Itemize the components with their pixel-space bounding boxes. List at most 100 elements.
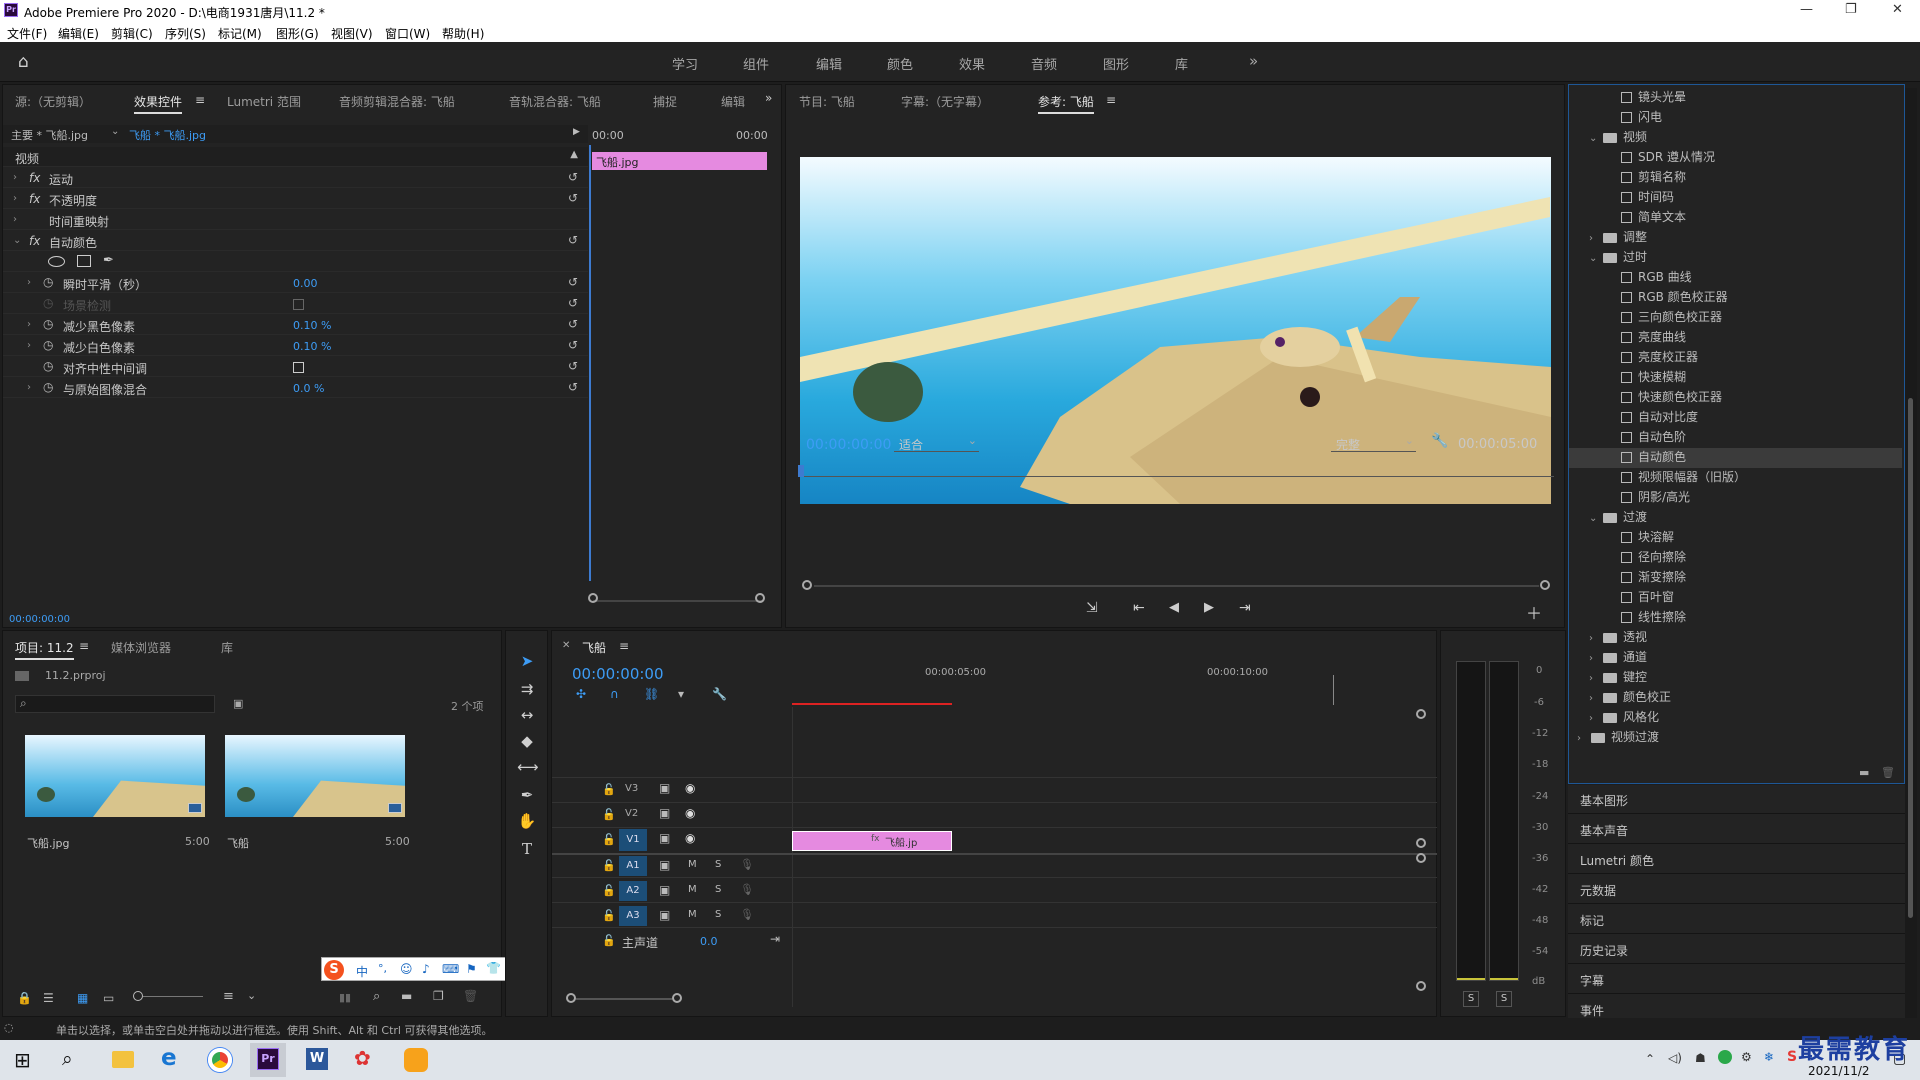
sync-lock-icon[interactable]: ▣: [659, 781, 670, 795]
windows-start-icon[interactable]: ⊞: [14, 1048, 31, 1072]
effect-row-time-remap[interactable]: › 时间重映射: [3, 210, 588, 230]
panel-essential-graphics[interactable]: 基本图形: [1568, 785, 1905, 814]
scroll-handle-left[interactable]: [588, 593, 598, 603]
hand-tool-icon[interactable]: ✋: [517, 812, 537, 830]
minimize-icon[interactable]: —: [1800, 2, 1813, 17]
param-row[interactable]: › ◷ 减少白色像素 0.10 % ↺: [3, 336, 588, 356]
scroll-handle-right[interactable]: [1540, 580, 1550, 590]
lock-icon[interactable]: 🔒: [17, 991, 32, 1005]
effect-row-auto-color[interactable]: ⌄ fx 自动颜色 ↺: [3, 231, 588, 251]
sync-lock-icon[interactable]: ▣: [659, 883, 670, 897]
effects-folder[interactable]: › 调整: [1569, 228, 1902, 248]
mute-button[interactable]: M: [688, 884, 697, 895]
stopwatch-icon[interactable]: ◷: [43, 359, 53, 373]
effects-item[interactable]: 时间码: [1569, 188, 1902, 208]
effect-row-motion[interactable]: › fx 运动 ↺: [3, 168, 588, 188]
sequence-clip-label[interactable]: 飞船 * 飞船.jpg: [129, 127, 206, 143]
ellipse-mask-icon[interactable]: [48, 256, 65, 267]
chevron-right-icon[interactable]: ›: [13, 193, 17, 204]
workspace-color[interactable]: 颜色: [887, 54, 913, 73]
pen-mask-icon[interactable]: ✒: [103, 253, 114, 268]
effects-folder[interactable]: › 颜色校正: [1569, 688, 1902, 708]
new-bin-icon[interactable]: ▬: [401, 989, 412, 1003]
lock-icon[interactable]: 🔓: [602, 783, 616, 796]
sogou-tray-icon[interactable]: S: [1787, 1049, 1797, 1065]
rectangle-mask-icon[interactable]: [77, 255, 91, 267]
param-row[interactable]: ◷ 场景检测 ↺: [3, 294, 588, 314]
play-icon[interactable]: ▶: [1204, 600, 1214, 615]
ime-punctuation-icon[interactable]: °,: [378, 962, 387, 975]
effects-item[interactable]: 简单文本: [1569, 208, 1902, 228]
panel-history[interactable]: 历史记录: [1568, 935, 1905, 964]
ime-keyboard-icon[interactable]: ⌨: [442, 962, 459, 976]
tray-app-icon[interactable]: ⚙: [1741, 1050, 1752, 1064]
solo-button[interactable]: S: [715, 909, 721, 920]
scroll-handle-right[interactable]: [755, 593, 765, 603]
h-scrollbar[interactable]: [576, 998, 672, 1000]
eye-icon[interactable]: ◉: [685, 831, 695, 845]
effects-item[interactable]: 自动色阶: [1569, 428, 1902, 448]
effects-item[interactable]: RGB 颜色校正器: [1569, 288, 1902, 308]
chevron-down-icon[interactable]: ⌄: [13, 235, 21, 246]
workspace-editing[interactable]: 编辑: [816, 54, 842, 73]
panel-captions[interactable]: 字幕: [1568, 965, 1905, 994]
param-row[interactable]: › ◷ 减少黑色像素 0.10 % ↺: [3, 315, 588, 335]
ime-emoji-icon[interactable]: ☺: [400, 962, 413, 976]
h-scroll-handle[interactable]: [672, 993, 682, 1003]
snap-neutral-checkbox[interactable]: [293, 362, 304, 373]
play-only-icon[interactable]: ▶: [573, 127, 580, 137]
v-scroll-handle[interactable]: [1416, 981, 1426, 991]
panel-lumetri-color[interactable]: Lumetri 颜色: [1568, 845, 1905, 874]
chevron-right-icon[interactable]: ›: [1577, 730, 1591, 748]
ime-chinese-mode[interactable]: 中: [356, 963, 368, 980]
chevron-right-icon[interactable]: ›: [1589, 650, 1603, 668]
effects-item[interactable]: 阴影/高光: [1569, 488, 1902, 508]
panel-metadata[interactable]: 元数据: [1568, 875, 1905, 904]
sync-lock-icon[interactable]: ▣: [659, 858, 670, 872]
sync-lock-icon[interactable]: ▣: [659, 908, 670, 922]
ime-skin-icon[interactable]: 👕: [486, 961, 501, 975]
program-time-ruler[interactable]: [800, 463, 1554, 477]
close-tab-icon[interactable]: ✕: [562, 640, 570, 651]
tab-project[interactable]: 项目: 11.2: [15, 639, 74, 660]
chevron-down-icon[interactable]: ⌄: [1589, 510, 1603, 528]
fx-icon[interactable]: fx: [29, 171, 40, 185]
workspace-graphics[interactable]: 图形: [1103, 54, 1129, 73]
effects-item[interactable]: 视频限幅器（旧版）: [1569, 468, 1902, 488]
master-clip-label[interactable]: 主要 * 飞船.jpg: [11, 127, 88, 143]
new-bin-icon[interactable]: ▣: [233, 697, 243, 710]
zoom-slider-track[interactable]: [143, 996, 203, 997]
timeline-ruler[interactable]: 00:00:05:00 00:00:10:00: [792, 661, 1412, 705]
reset-icon[interactable]: ↺: [568, 338, 578, 352]
chevron-down-icon[interactable]: ⌄: [1589, 250, 1603, 268]
effects-folder[interactable]: › 键控: [1569, 668, 1902, 688]
lock-icon[interactable]: 🔓: [602, 909, 616, 922]
work-area-bar[interactable]: [792, 703, 952, 705]
tray-date[interactable]: 2021/11/2: [1808, 1064, 1870, 1078]
word-app-icon[interactable]: W: [306, 1048, 328, 1070]
effects-folder[interactable]: › 透视: [1569, 628, 1902, 648]
effects-folder[interactable]: › 视频过渡: [1569, 728, 1902, 748]
effects-item[interactable]: 剪辑名称: [1569, 168, 1902, 188]
effects-folder[interactable]: ⌄ 过渡: [1569, 508, 1902, 528]
v-scroll-handle[interactable]: [1416, 838, 1426, 848]
step-back-icon[interactable]: ◀: [1169, 600, 1179, 615]
tab-lumetri-scopes[interactable]: Lumetri 范围: [227, 93, 301, 110]
mic-icon[interactable]: 🎙: [740, 908, 754, 921]
param-value[interactable]: 0.00: [293, 277, 318, 290]
find-icon[interactable]: ⌕: [373, 989, 380, 1004]
add-button-icon[interactable]: ＋: [1526, 600, 1542, 624]
chevron-down-icon[interactable]: ⌄: [111, 126, 119, 137]
param-row[interactable]: ◷ 对齐中性中间调 ↺: [3, 357, 588, 377]
project-item[interactable]: 飞船.jpg 5:00: [15, 729, 211, 859]
ime-user-icon[interactable]: ⚑: [466, 962, 477, 976]
wrench-icon[interactable]: 🔧: [1431, 433, 1448, 449]
selection-tool-icon[interactable]: ➤: [517, 652, 537, 670]
sync-lock-icon[interactable]: ▣: [659, 806, 670, 820]
lock-icon[interactable]: 🔓: [602, 859, 616, 872]
tab-reference[interactable]: 参考: 飞船: [1038, 93, 1094, 114]
panel-menu-icon[interactable]: ≡: [195, 93, 205, 107]
zoom-slider-handle[interactable]: [133, 991, 143, 1001]
master-volume[interactable]: 0.0: [700, 935, 718, 948]
eye-icon[interactable]: ◉: [685, 806, 695, 820]
